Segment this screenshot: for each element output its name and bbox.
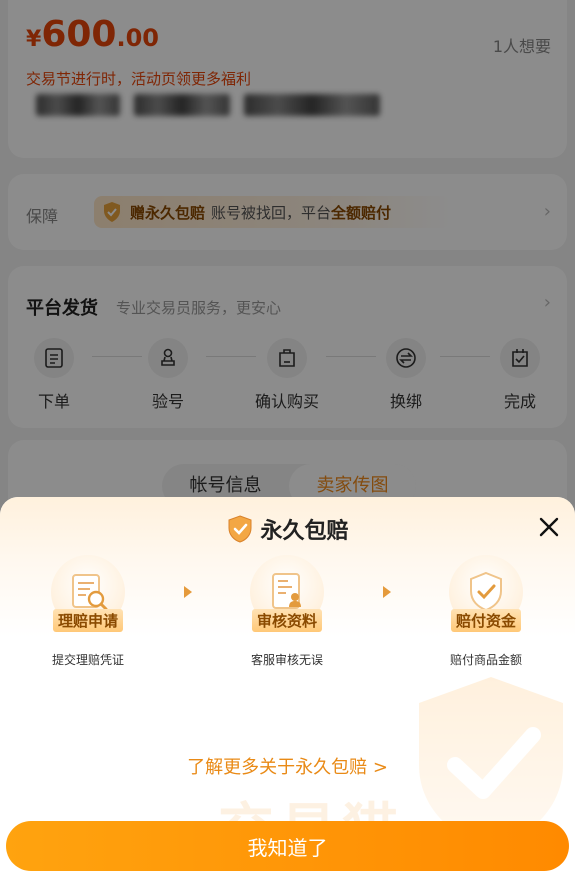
shield-check-icon: 赔付资金 (449, 555, 523, 632)
got-it-button[interactable]: 我知道了 (6, 821, 569, 871)
claim-step-tag: 审核资料 (251, 609, 323, 632)
claim-step-desc: 提交理赔凭证 (51, 653, 124, 667)
document-search-icon: 理赔申请 (51, 555, 125, 632)
claim-step-review: 审核资料 客服审核无误 (217, 555, 357, 668)
claim-step-tag: 赔付资金 (450, 609, 522, 632)
sheet-title: 永久包赔 (0, 513, 575, 545)
claim-step-tag: 理赔申请 (52, 609, 124, 632)
claim-step-desc: 赔付商品金额 (449, 653, 522, 667)
shield-check-icon (228, 515, 252, 543)
close-icon[interactable] (537, 515, 561, 539)
arrow-right-icon (383, 586, 391, 598)
arrow-right-icon (184, 586, 192, 598)
claim-step-desc: 客服审核无误 (250, 653, 323, 667)
sheet-title-text: 永久包赔 (260, 519, 349, 544)
claim-step-payout: 赔付资金 赔付商品金额 (416, 555, 556, 668)
learn-more-link[interactable]: 了解更多关于永久包赔 > (0, 753, 575, 779)
claim-steps: 理赔申请 提交理赔凭证 审核资料 客服审核无误 赔付资金 赔付商品金额 (0, 555, 575, 675)
guarantee-sheet: 交易猫 永久包赔 理赔申请 提交理赔凭证 (0, 497, 575, 877)
id-card-icon: 审核资料 (250, 555, 324, 632)
claim-step-apply: 理赔申请 提交理赔凭证 (18, 555, 158, 668)
